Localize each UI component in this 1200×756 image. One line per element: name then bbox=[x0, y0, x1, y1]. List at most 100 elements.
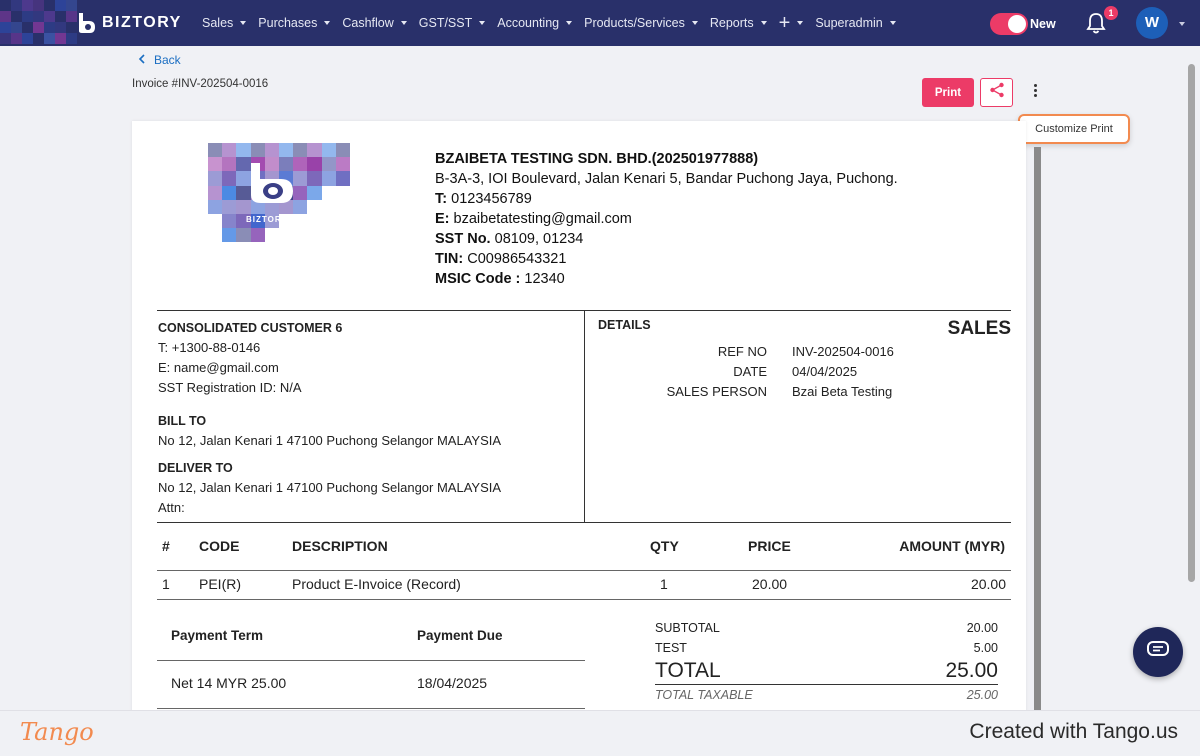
menu-products-services[interactable]: Products/Services bbox=[584, 16, 698, 30]
customize-print-menu-item[interactable]: Customize Print bbox=[1018, 114, 1130, 144]
bell-icon[interactable] bbox=[1086, 12, 1106, 34]
company-phone: T: 0123456789 bbox=[435, 191, 532, 207]
attn: Attn: bbox=[158, 500, 185, 515]
column-header-price: PRICE bbox=[748, 538, 791, 554]
chevron-down-icon[interactable] bbox=[1179, 22, 1185, 26]
deliver-to-address: No 12, Jalan Kenari 1 47100 Puchong Sela… bbox=[158, 480, 502, 495]
avatar[interactable]: W bbox=[1136, 7, 1168, 39]
menu-products-services-label: Products/Services bbox=[584, 16, 685, 30]
logo-text: BIZTORY bbox=[246, 215, 288, 224]
row-code: PEI(R) bbox=[199, 576, 241, 592]
main-menu: Sales Purchases Cashflow GST/SST Account… bbox=[202, 0, 908, 46]
divider bbox=[157, 570, 1011, 571]
divider bbox=[157, 660, 585, 661]
chevron-down-icon bbox=[797, 21, 804, 25]
tango-logo: Tango bbox=[20, 718, 94, 746]
totals-block: SUBTOTAL 20.00 TEST 5.00 TOTAL 25.00 TOTAL … bbox=[655, 618, 998, 725]
company-sst: SST No. 08109, 01234 bbox=[435, 231, 584, 247]
column-header-qty: QTY bbox=[650, 538, 679, 554]
details-list: REF NO INV-202504-0016 DATE 04/04/2025 SAL… bbox=[652, 342, 894, 402]
chevron-left-icon bbox=[138, 53, 146, 67]
chat-icon bbox=[1147, 640, 1169, 664]
row-qty: 1 bbox=[660, 576, 668, 592]
biztory-logo-icon bbox=[243, 161, 297, 213]
chevron-down-icon bbox=[240, 21, 247, 25]
chevron-down-icon bbox=[889, 21, 896, 25]
bill-to-address: No 12, Jalan Kenari 1 47100 Puchong Sela… bbox=[158, 433, 502, 448]
customer-block: CONSOLIDATED CUSTOMER 6 T: +1300-88-0146… bbox=[158, 318, 501, 518]
row-price: 20.00 bbox=[752, 576, 788, 592]
payment-due-value: 18/04/2025 bbox=[417, 675, 488, 691]
chevron-down-icon bbox=[760, 21, 767, 25]
chevron-down-icon bbox=[400, 21, 407, 25]
column-header-description: DESCRIPTION bbox=[292, 538, 388, 554]
tango-credit: Created with Tango.us bbox=[969, 720, 1178, 743]
menu-accounting[interactable]: Accounting bbox=[497, 16, 573, 30]
column-header-amount: AMOUNT (MYR) bbox=[899, 538, 1005, 554]
share-icon bbox=[989, 82, 1005, 103]
more-options-icon[interactable] bbox=[1030, 84, 1040, 102]
chevron-down-icon bbox=[479, 21, 486, 25]
menu-sales-label: Sales bbox=[202, 16, 234, 30]
payment-term-value: Net 14 MYR 25.00 bbox=[171, 675, 287, 691]
customer-phone: T: +1300-88-0146 bbox=[158, 340, 261, 355]
customer-sst: SST Registration ID: N/A bbox=[158, 380, 302, 395]
divider-vertical bbox=[584, 310, 585, 523]
menu-superadmin[interactable]: Superadmin bbox=[815, 16, 896, 30]
menu-reports[interactable]: Reports bbox=[710, 16, 767, 30]
deliver-to-heading: DELIVER TO bbox=[158, 461, 233, 475]
details-heading: DETAILS bbox=[598, 318, 651, 332]
test-row: TEST 5.00 bbox=[655, 641, 998, 655]
payment-term-heading: Payment Term bbox=[171, 628, 264, 643]
ref-no-row: REF NO INV-202504-0016 bbox=[717, 344, 894, 359]
payment-due-heading: Payment Due bbox=[417, 628, 503, 643]
menu-gst-sst[interactable]: GST/SST bbox=[418, 16, 486, 30]
chevron-down-icon bbox=[324, 21, 331, 25]
menu-purchases[interactable]: Purchases bbox=[258, 16, 331, 30]
divider bbox=[157, 708, 585, 709]
menu-cashflow[interactable]: Cashflow bbox=[342, 16, 407, 30]
menu-quick-add[interactable]: + bbox=[779, 13, 804, 33]
share-button[interactable] bbox=[980, 78, 1013, 107]
column-header-code: CODE bbox=[199, 538, 240, 554]
divider bbox=[157, 522, 1011, 523]
total-row: TOTAL 25.00 bbox=[655, 658, 998, 685]
customer-name: CONSOLIDATED CUSTOMER 6 bbox=[158, 321, 343, 335]
company-name: BZAIBETA TESTING SDN. BHD.(202501977888) bbox=[435, 151, 759, 167]
top-navbar: BIZTORY Sales Purchases Cashflow GST/SST… bbox=[0, 0, 1200, 46]
menu-reports-label: Reports bbox=[709, 16, 754, 30]
customer-email: E: name@gmail.com bbox=[158, 360, 279, 375]
bill-to-heading: BILL TO bbox=[158, 414, 207, 428]
menu-cashflow-label: Cashflow bbox=[342, 16, 394, 30]
row-amount: 20.00 bbox=[970, 576, 1006, 592]
back-label: Back bbox=[154, 53, 181, 67]
taxable-row: TOTAL TAXABLE 25.00 bbox=[655, 688, 998, 702]
back-link[interactable]: Back bbox=[138, 53, 181, 67]
toggle-knob bbox=[1008, 15, 1026, 33]
chevron-down-icon bbox=[691, 21, 698, 25]
toggle-label: New bbox=[1030, 17, 1056, 31]
document-type: SALES bbox=[947, 318, 1011, 339]
menu-purchases-label: Purchases bbox=[258, 16, 318, 30]
menu-accounting-label: Accounting bbox=[497, 16, 560, 30]
company-address: B-3A-3, IOI Boulevard, Jalan Kenari 5, B… bbox=[435, 171, 898, 187]
company-email: E: bzaibetatesting@gmail.com bbox=[435, 211, 632, 227]
print-button[interactable]: Print bbox=[922, 78, 974, 107]
divider bbox=[157, 599, 1011, 600]
menu-gst-sst-label: GST/SST bbox=[418, 16, 473, 30]
plus-icon: + bbox=[778, 12, 791, 34]
preview-scrollbar[interactable] bbox=[1034, 147, 1041, 712]
date-row: DATE 04/04/2025 bbox=[733, 364, 858, 379]
new-ui-toggle[interactable] bbox=[990, 13, 1028, 35]
column-header-num: # bbox=[162, 538, 170, 554]
invoice-document: BIZTORY BZAIBETA TESTING SDN. BHD.(20250… bbox=[132, 121, 1026, 722]
chat-support-button[interactable] bbox=[1133, 627, 1183, 677]
brand-mosaic-decoration bbox=[0, 0, 80, 46]
menu-sales[interactable]: Sales bbox=[202, 16, 247, 30]
biztory-logo-icon bbox=[76, 12, 96, 34]
page-scrollbar[interactable] bbox=[1188, 64, 1195, 582]
brand[interactable]: BIZTORY bbox=[76, 12, 182, 34]
notification-badge: 1 bbox=[1104, 6, 1118, 20]
company-logo: BIZTORY bbox=[208, 143, 350, 243]
sales-person-row: SALES PERSON Bzai Beta Testing bbox=[666, 384, 893, 399]
